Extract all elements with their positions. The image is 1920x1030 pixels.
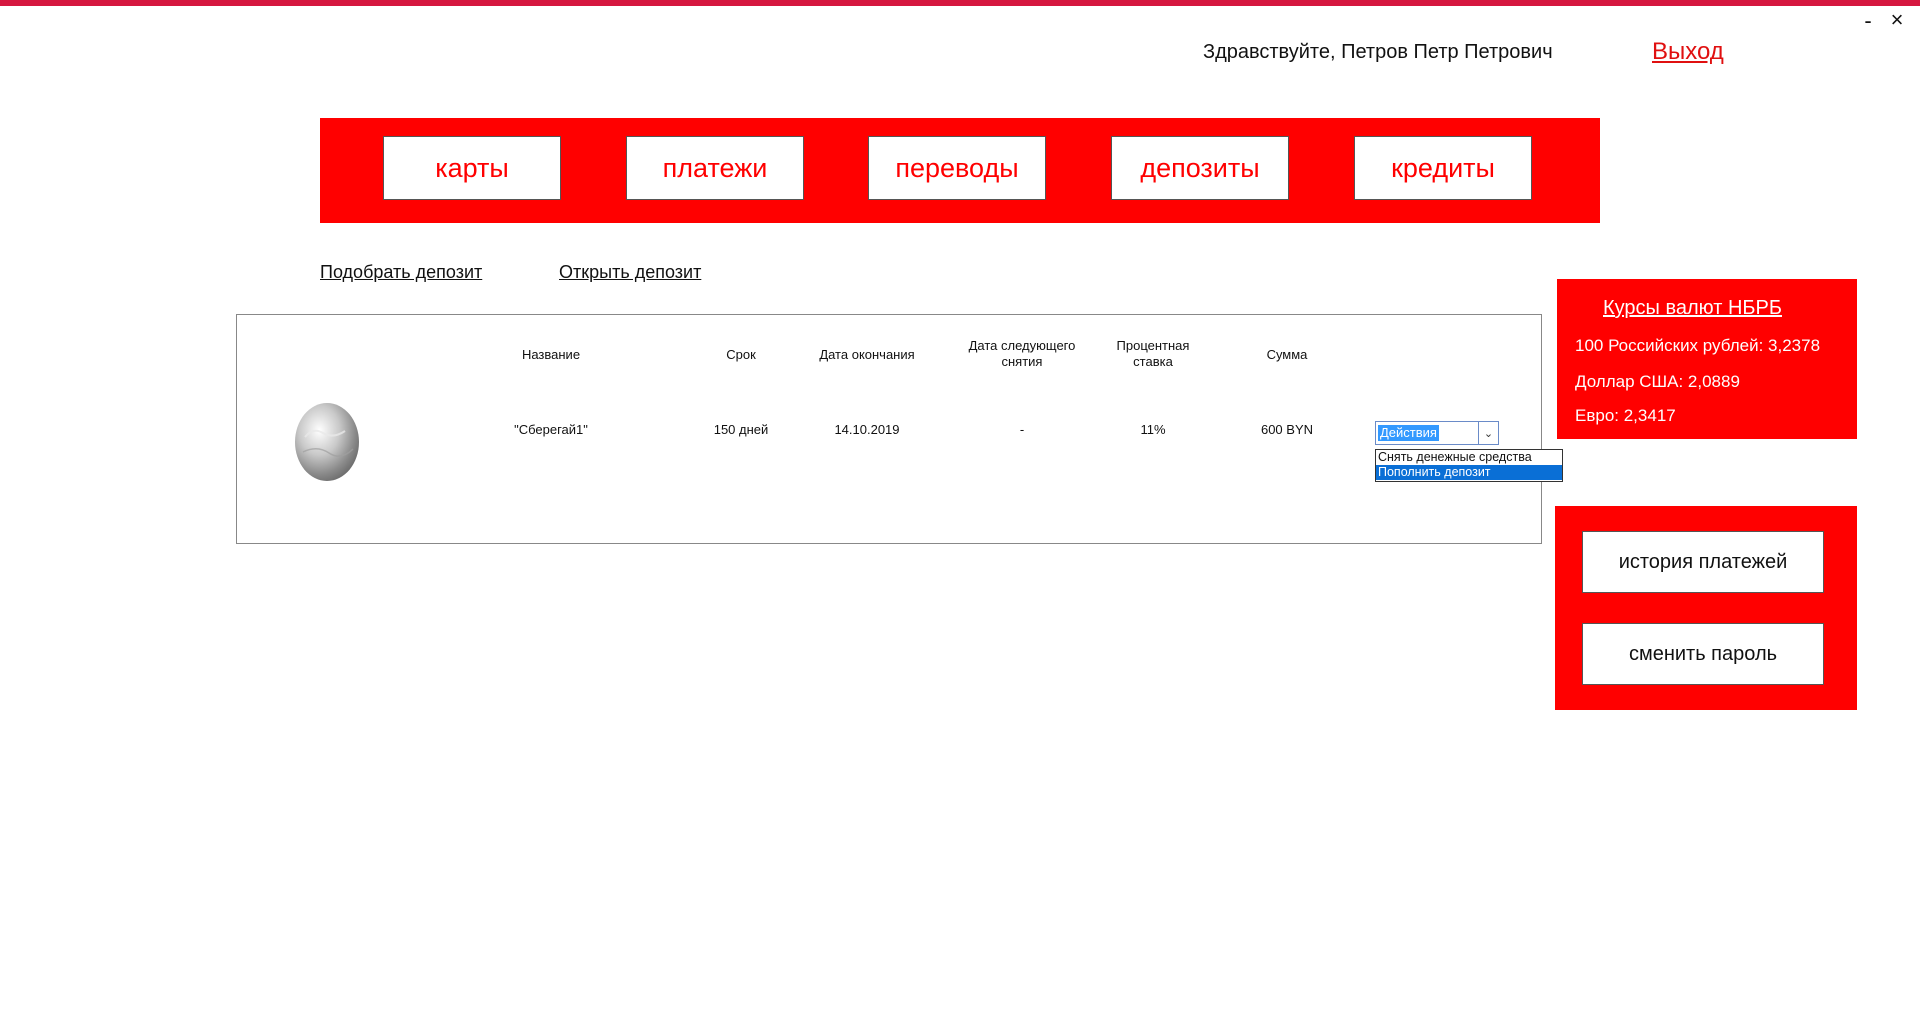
payment-history-button[interactable]: история платежей (1582, 531, 1824, 593)
main-nav: карты платежи переводы депозиты кредиты (320, 118, 1600, 223)
deposit-end-date: 14.10.2019 (834, 422, 900, 437)
deposit-rate: 11% (1140, 422, 1166, 437)
column-header-rate-line1: Процентная (1116, 338, 1190, 353)
rate-rub: 100 Российских рублей: 3,2378 (1575, 336, 1821, 355)
chevron-down-icon[interactable]: ⌄ (1478, 422, 1498, 444)
option-withdraw-funds[interactable]: Снять денежные средства (1376, 450, 1562, 465)
column-header-end-date: Дата окончания (819, 347, 915, 362)
greeting-text: Здравствуйте, Петров Петр Петрович (1203, 41, 1553, 63)
window-top-bar (0, 0, 1920, 6)
nav-deposits-button[interactable]: депозиты (1111, 136, 1289, 200)
currency-rates-panel: Курсы валют НБРБ 100 Российских рублей: … (1557, 279, 1857, 439)
nav-cards-button[interactable]: карты (383, 136, 561, 200)
account-actions-panel: история платежей сменить пароль (1555, 506, 1857, 710)
deposit-name: "Сберегай1" (514, 422, 588, 437)
deposit-term: 150 дней (713, 422, 769, 437)
silver-egg-icon (295, 403, 359, 481)
change-password-button[interactable]: сменить пароль (1582, 623, 1824, 685)
rate-usd: Доллар США: 2,0889 (1575, 372, 1740, 391)
deposit-next-withdraw: - (1019, 422, 1025, 437)
column-header-term: Срок (726, 347, 756, 362)
nav-payments-button[interactable]: платежи (626, 136, 804, 200)
app-window: - × Здравствуйте, Петров Петр Петрович В… (0, 0, 1920, 1030)
deposit-actions-select[interactable]: Действия ⌄ (1375, 421, 1499, 445)
deposit-actions-value: Действия (1378, 425, 1439, 441)
column-header-name: Название (521, 347, 581, 362)
logout-link[interactable]: Выход (1652, 38, 1724, 66)
rate-eur: Евро: 2,3417 (1575, 406, 1676, 425)
choose-deposit-link[interactable]: Подобрать депозит (320, 262, 482, 283)
deposit-actions-dropdown: Снять денежные средства Пополнить депози… (1375, 449, 1563, 482)
close-button[interactable]: × (1885, 8, 1909, 32)
open-deposit-link[interactable]: Открыть депозит (559, 262, 701, 283)
currency-rates-link[interactable]: Курсы валют НБРБ (1603, 297, 1782, 320)
nav-transfers-button[interactable]: переводы (868, 136, 1046, 200)
column-header-next-withdraw-line2: снятия (1001, 354, 1043, 369)
minimize-button[interactable]: - (1858, 10, 1878, 32)
option-top-up-deposit[interactable]: Пополнить депозит (1376, 465, 1562, 480)
column-header-next-withdraw-line1: Дата следующего (968, 338, 1076, 353)
deposit-amount: 600 BYN (1260, 422, 1314, 437)
column-header-amount: Сумма (1266, 347, 1308, 362)
column-header-rate-line2: ставка (1133, 354, 1173, 369)
column-header-rate: Процентная ставка (1103, 338, 1203, 370)
deposit-list: Название Срок Дата окончания Дата следую… (236, 314, 1542, 544)
column-header-next-withdraw: Дата следующего снятия (957, 338, 1087, 370)
nav-credits-button[interactable]: кредиты (1354, 136, 1532, 200)
